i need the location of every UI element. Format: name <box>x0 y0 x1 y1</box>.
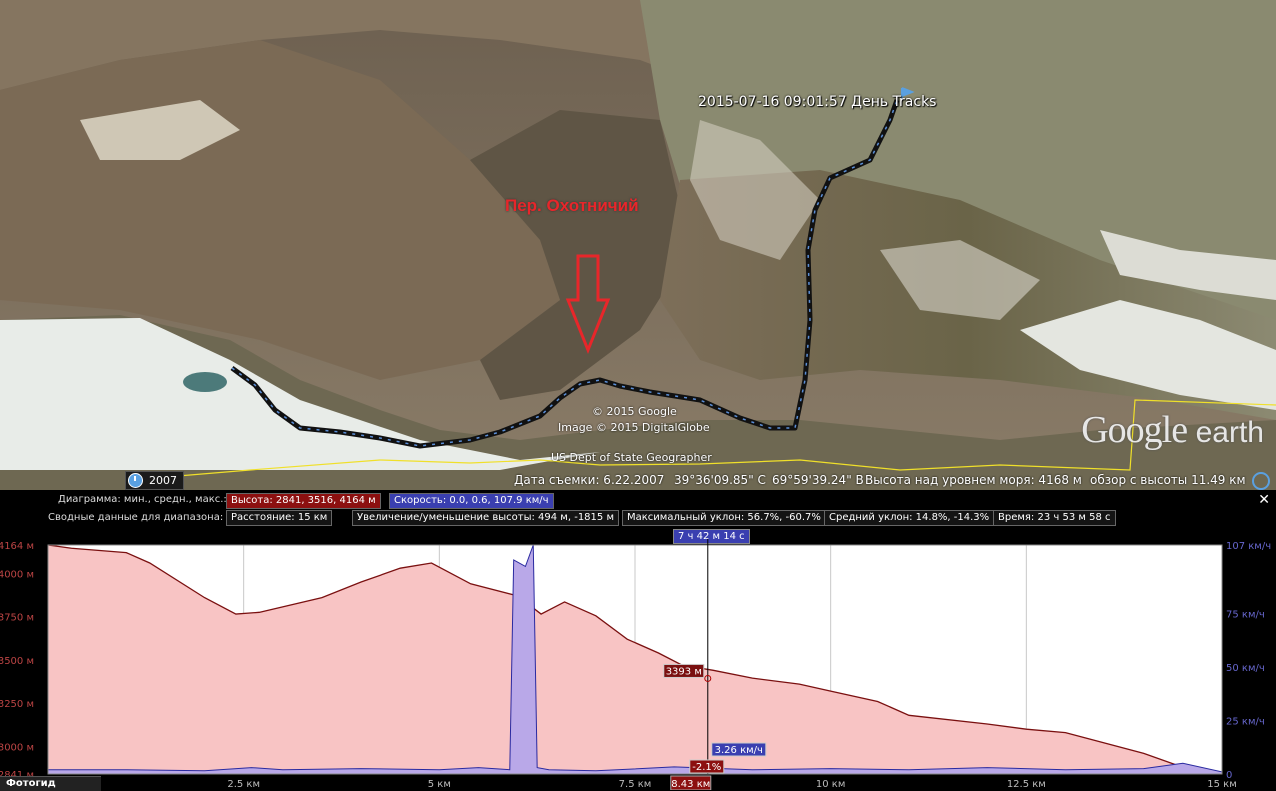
cursor-time: 7 ч 42 м 14 с <box>673 529 750 544</box>
avg-slope-chip: Средний уклон: 14.8%, -14.3% <box>824 510 995 526</box>
close-button[interactable]: ✕ <box>1258 492 1270 508</box>
copyright-geographer: US Dept of State Geographer <box>551 451 712 464</box>
latitude: 39°36'09.85" С <box>674 473 766 487</box>
google-earth-logo: Google earth <box>1081 409 1264 451</box>
longitude: 69°59'39.24" В <box>772 473 864 487</box>
status-bar: Дата съемки: 6.22.2007 39°36'09.85" С 69… <box>0 471 1276 490</box>
time-chip: Время: 23 ч 53 м 58 с <box>993 510 1116 526</box>
photoguide-button[interactable]: Фотогид <box>0 776 101 791</box>
globe-icon[interactable] <box>1252 472 1270 490</box>
photoguide-label: Фотогид <box>6 778 56 789</box>
range-summary-label: Сводные данные для диапазона: <box>48 512 224 523</box>
copyright-google: © 2015 Google <box>592 405 677 418</box>
elevation-chip[interactable]: Высота: 2841, 3516, 4164 м <box>226 493 381 509</box>
distance-chip: Расстояние: 15 км <box>226 510 333 526</box>
elevation-readout: Высота над уровнем моря: 4168 м <box>865 473 1082 487</box>
elevation-gain-chip: Увеличение/уменьшение высоты: 494 м, -18… <box>352 510 619 526</box>
max-slope-chip: Максимальный уклон: 56.7%, -60.7% <box>622 510 826 526</box>
elevation-profile-panel: Диаграмма: мин., средн., макс.: Высота: … <box>0 490 1276 790</box>
eye-altitude: обзор с высоты 11.49 км <box>1090 473 1246 487</box>
chart-summary-label: Диаграмма: мин., средн., макс.: <box>58 494 227 505</box>
map-view[interactable]: 2015-07-16 09:01:57 День Tracks Пер. Охо… <box>0 0 1276 490</box>
pass-label: Пер. Охотничий <box>505 196 639 215</box>
imagery-date: Дата съемки: 6.22.2007 <box>514 473 665 487</box>
copyright-imagery: Image © 2015 DigitalGlobe <box>558 421 710 434</box>
speed-chip[interactable]: Скорость: 0.0, 0.6, 107.9 км/ч <box>389 493 554 509</box>
track-label[interactable]: 2015-07-16 09:01:57 День Tracks <box>698 94 936 110</box>
